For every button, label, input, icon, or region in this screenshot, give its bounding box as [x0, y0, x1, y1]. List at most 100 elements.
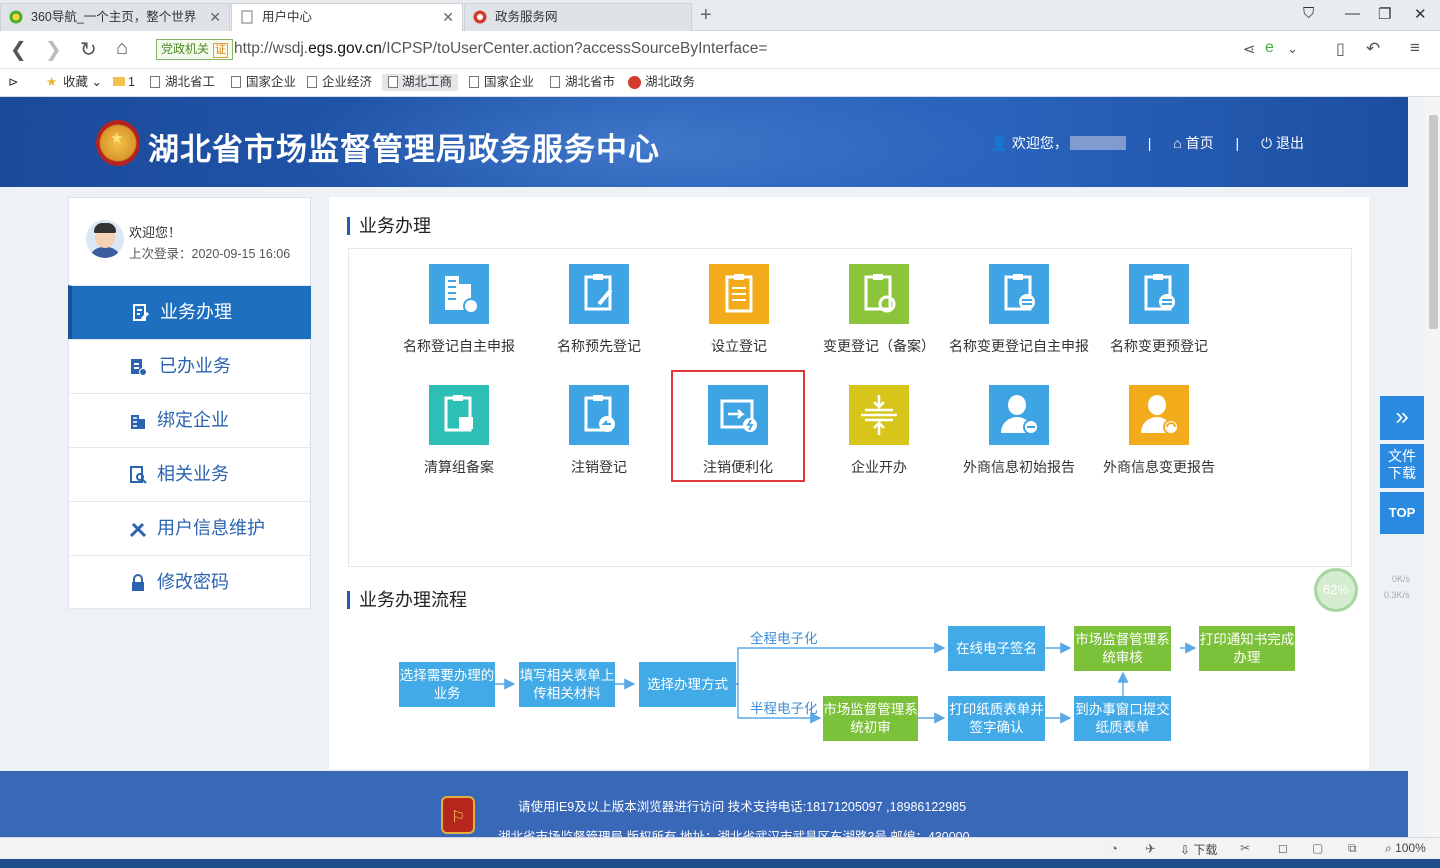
badge-tag: 证 [213, 43, 229, 58]
bookmark-label: 湖北工商 [402, 75, 453, 89]
back-to-top-button[interactable]: TOP [1380, 492, 1424, 534]
bookmark-item[interactable]: 国家企业 [231, 74, 296, 91]
lock-icon [132, 574, 144, 591]
url-domain: egs.gov.cn [308, 40, 382, 57]
float-expand-button[interactable]: » [1380, 396, 1424, 440]
close-icon[interactable]: ✕ [442, 4, 454, 30]
page-icon [307, 76, 317, 88]
bookmark-folder[interactable]: 1 [113, 74, 135, 91]
flow-step-print-paper: 打印纸质表单并签字确认 [948, 696, 1045, 741]
sidebar-item-done[interactable]: 已办业务 [69, 339, 310, 393]
welcome-text: 欢迎您， [1011, 135, 1068, 151]
sidebar-item-label: 修改密码 [157, 572, 229, 592]
sidebar-item-label: 绑定企业 [157, 410, 229, 430]
star-icon: ★ [46, 75, 58, 89]
back-icon[interactable]: ❮ [10, 37, 27, 62]
bookmark-label: 国家企业 [484, 75, 535, 89]
national-emblem-icon [96, 120, 140, 166]
flow-step-print-notice: 打印通知书完成办理 [1199, 626, 1295, 671]
tab-gov-service[interactable]: 政务服务网 [464, 3, 692, 31]
party-gov-logo: ⚐ [441, 796, 475, 834]
reading-mode-icon[interactable]: ⧉ [1348, 841, 1357, 856]
sidebar-item-label: 相关业务 [157, 464, 229, 484]
file-download-button[interactable]: 文件下载 [1380, 444, 1424, 488]
ie-mode-icon[interactable]: e [1265, 39, 1274, 57]
bookmark-label: 湖北政务 [645, 75, 696, 89]
share-icon[interactable]: ⋖ [1243, 40, 1256, 58]
forward-icon[interactable]: ❯ [45, 37, 62, 62]
bookmark-item[interactable]: 企业经济 [307, 74, 372, 91]
flow-step-e-sign: 在线电子签名 [948, 626, 1045, 671]
home-label: 首页 [1185, 135, 1214, 151]
sidebar-item-password[interactable]: 修改密码 [69, 555, 310, 609]
screenshot-icon[interactable]: ✂ [1240, 841, 1250, 855]
rocket-icon[interactable]: ✈ [1145, 841, 1156, 857]
bookmark-item[interactable]: 湖北工商 [382, 74, 459, 91]
bookmark-item[interactable]: 湖北省市 [550, 74, 615, 91]
user-bar: 👤 欢迎您， | ⌂ 首页 | ⏻ 退出 [991, 133, 1305, 153]
url-suffix: /ICPSP/toUserCenter.action?accessSourceB… [381, 40, 768, 57]
logout-link[interactable]: ⏻ 退出 [1261, 133, 1304, 153]
close-window-icon[interactable]: ✕ [1414, 5, 1427, 23]
home-link[interactable]: ⌂ 首页 [1173, 133, 1213, 153]
new-tab-plus-icon[interactable]: + [700, 4, 712, 27]
tab-title: 360导航_一个主页，整个世界 [31, 10, 197, 24]
download-button[interactable]: ⇩ 下载 [1180, 841, 1217, 858]
page-icon [388, 76, 398, 88]
building-icon [131, 415, 145, 429]
speed-icon[interactable]: ◔ [1110, 841, 1118, 856]
tab-360-nav[interactable]: 360导航_一个主页，整个世界 ✕ [0, 3, 230, 31]
bookmark-label: 湖北省工 [165, 75, 216, 89]
reload-icon[interactable]: ↻ [80, 37, 97, 62]
footer-copyright-text: 湖北省市场监督管理局 版权所有 地址：湖北省武汉市武昌区东湖路3号 邮编：430… [498, 830, 970, 837]
bookmark-label: 国家企业 [246, 75, 297, 89]
page-icon [150, 76, 160, 88]
close-icon[interactable]: ✕ [209, 4, 221, 30]
mute-icon[interactable]: ◻ [1278, 841, 1288, 855]
badge-text: 党政机关 [161, 42, 210, 56]
flow-step-fill-form: 填写相关表单上传相关材料 [519, 662, 615, 707]
os-taskbar [0, 859, 1440, 868]
sidebar-item-user-info[interactable]: 用户信息维护 [69, 501, 310, 555]
sidebar-item-label: 用户信息维护 [157, 518, 265, 538]
bookmark-label: 湖北省市 [565, 75, 616, 89]
tab-title: 用户中心 [262, 10, 313, 24]
logo-glyph: ⚐ [450, 809, 466, 826]
folder-icon [113, 77, 125, 86]
maximize-icon[interactable]: ❐ [1378, 5, 1391, 23]
home-icon[interactable]: ⌂ [116, 37, 128, 60]
undo-icon[interactable]: ↶ [1366, 39, 1380, 59]
bookmark-item[interactable]: 湖北省工 [150, 74, 215, 91]
download-label: 下载 [1193, 843, 1218, 857]
bookmark-item[interactable]: 湖北政务 [628, 74, 695, 91]
url-field[interactable]: http://wsdj.egs.gov.cn/ICPSP/toUserCente… [234, 40, 767, 58]
sidebar-item-business[interactable]: 业务办理 [68, 285, 311, 339]
chevron-down-icon[interactable]: ⌄ [1287, 41, 1298, 57]
skin-icon[interactable]: ⛉ [1303, 5, 1314, 22]
page-icon [241, 10, 253, 24]
page-icon [550, 76, 560, 88]
bookmarks-bar: ⊳ ★ 收藏 ⌄ 1 湖北省工 国家企业 企业经济 湖北工商 国家企业 湖北省市 … [0, 69, 1440, 97]
menu-icon[interactable]: ≡ [1410, 38, 1420, 58]
360-logo-icon [9, 10, 23, 24]
scrollbar-thumb[interactable] [1429, 115, 1438, 329]
phone-icon[interactable]: ▯ [1336, 39, 1345, 59]
bookmark-item[interactable]: 国家企业 [469, 74, 534, 91]
upload-speed: 0.3K/s [1384, 590, 1410, 600]
bookmark-label: 收藏 [63, 75, 89, 89]
sidebar-toggle-icon[interactable]: ⊳ [8, 74, 18, 91]
flow-label-half-electronic: 半程电子化 [750, 701, 818, 716]
sidebar-item-bind-company[interactable]: 绑定企业 [69, 393, 310, 447]
tab-user-center[interactable]: 用户中心 ✕ [231, 3, 463, 32]
divider: | [1235, 135, 1240, 151]
security-badge[interactable]: 党政机关证 [156, 39, 234, 60]
download-speed: 0K/s [1392, 574, 1411, 584]
window-icon[interactable]: ▢ [1312, 841, 1323, 855]
main-content: 业务办理 名称登记自主申报 名称预先登记 设立登记 变更登记（备案） 名称变更登… [329, 197, 1369, 769]
minimize-icon[interactable]: — [1345, 5, 1360, 22]
zoom-level[interactable]: ⌕ 100% [1385, 841, 1426, 856]
bookmark-favorites[interactable]: ★ 收藏 ⌄ [46, 74, 102, 91]
sidebar-item-related[interactable]: 相关业务 [69, 447, 310, 501]
logout-label: 退出 [1276, 135, 1304, 151]
network-speed-widget[interactable]: 62% 0K/s 0.3K/s [1314, 566, 1416, 612]
